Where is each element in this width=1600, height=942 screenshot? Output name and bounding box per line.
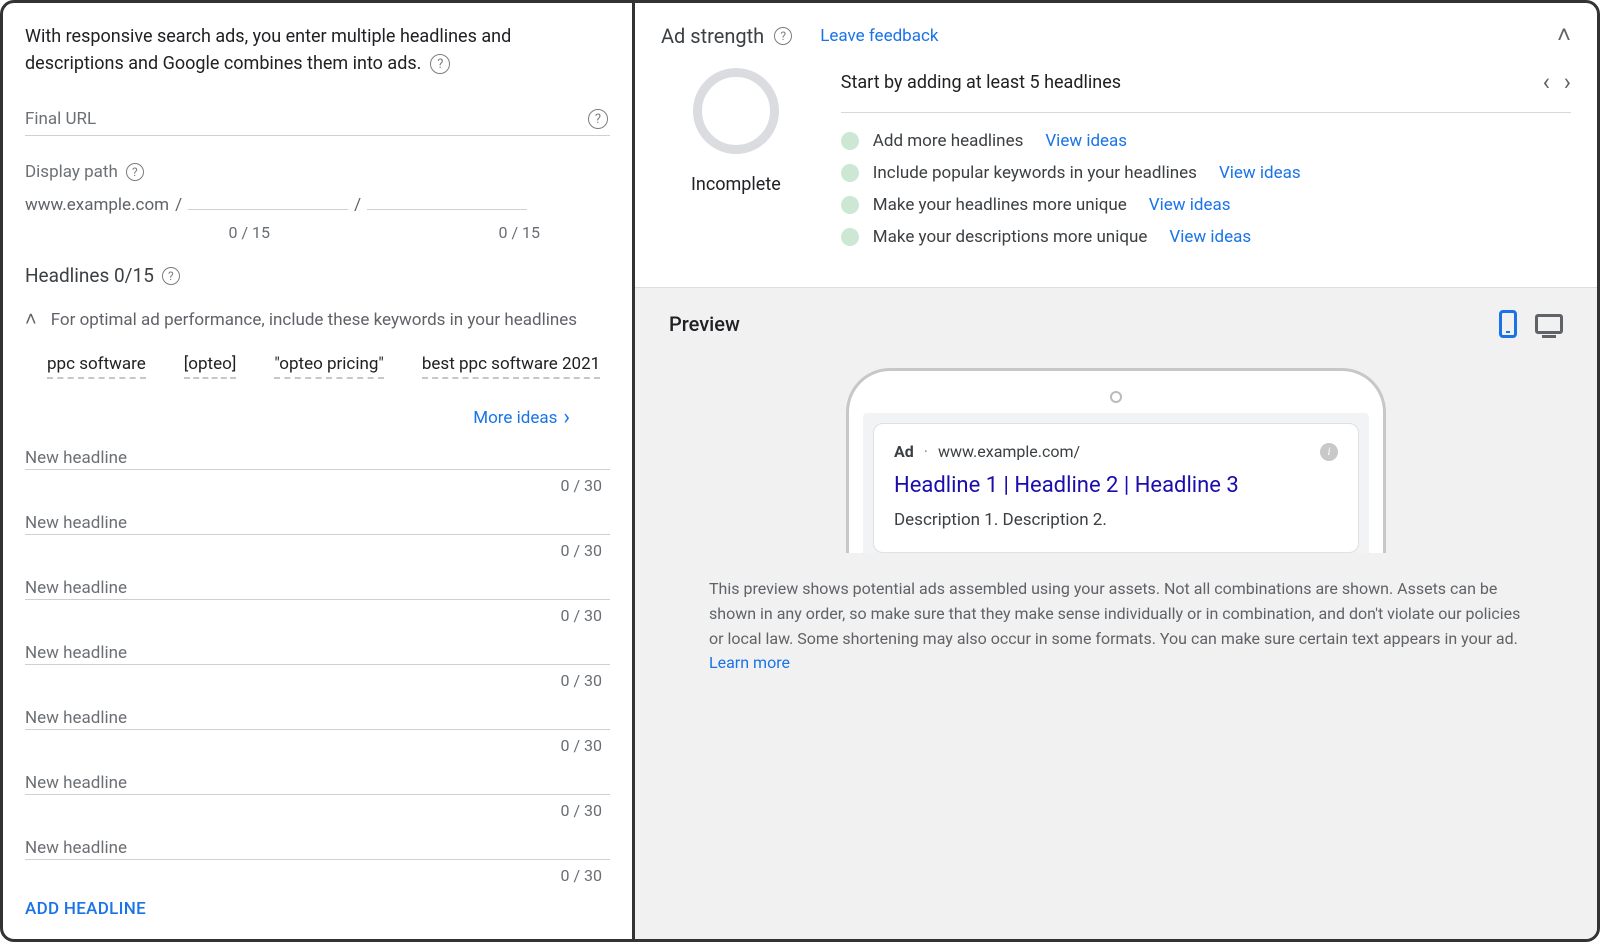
keyword-chip[interactable]: "opteo pricing" (274, 354, 384, 379)
status-dot-icon (841, 228, 859, 246)
headline-item: New headline 0 / 30 (25, 444, 610, 495)
headline-char-count: 0 / 30 (25, 866, 610, 885)
view-ideas-link[interactable]: View ideas (1149, 195, 1231, 215)
suggestion-item: Make your headlines more unique View idea… (841, 195, 1571, 215)
headline-char-count: 0 / 30 (25, 476, 610, 495)
help-icon[interactable]: ? (162, 267, 180, 285)
preview-caption: This preview shows potential ads assembl… (669, 577, 1563, 676)
headline-input[interactable]: New headline (25, 639, 610, 665)
display-path-count-1: 0 / 15 (120, 223, 270, 242)
view-ideas-link[interactable]: View ideas (1169, 227, 1251, 247)
add-headline-button[interactable]: ADD HEADLINE (25, 899, 610, 919)
suggestion-item: Include popular keywords in your headlin… (841, 163, 1571, 183)
suggestion-text: Include popular keywords in your headlin… (873, 163, 1197, 183)
more-ideas-link[interactable]: More ideas › (473, 405, 570, 430)
headline-char-count: 0 / 30 (25, 736, 610, 755)
display-path-input-2[interactable] (367, 186, 527, 210)
ad-description: Description 1. Description 2. (894, 510, 1338, 530)
status-dot-icon (841, 196, 859, 214)
headline-item: New headline 0 / 30 (25, 834, 610, 885)
desktop-preview-icon[interactable] (1535, 314, 1563, 334)
ad-badge: Ad (894, 442, 914, 461)
suggestion-text: Make your descriptions more unique (873, 227, 1148, 247)
headline-item: New headline 0 / 30 (25, 574, 610, 625)
headline-char-count: 0 / 30 (25, 671, 610, 690)
chevron-up-icon[interactable]: ˄ (1557, 21, 1571, 50)
next-suggestion-button[interactable]: › (1564, 68, 1571, 96)
keyword-chip[interactable]: best ppc software 2021 (422, 354, 600, 379)
view-ideas-link[interactable]: View ideas (1219, 163, 1301, 183)
help-icon[interactable]: ? (126, 163, 144, 181)
headline-input[interactable]: New headline (25, 574, 610, 600)
display-path-input-1[interactable] (188, 186, 348, 210)
keyword-chip[interactable]: ppc software (47, 354, 146, 379)
learn-more-link[interactable]: Learn more (709, 653, 790, 672)
status-dot-icon (841, 164, 859, 182)
final-url-field: Final URL ? (25, 105, 610, 136)
suggestion-item: Make your descriptions more unique View i… (841, 227, 1571, 247)
ad-strength-gauge (693, 68, 779, 154)
keyword-chip[interactable]: [opteo] (184, 354, 237, 379)
headlines-title: Headlines 0/15 ? (25, 264, 610, 287)
phone-frame: Ad · www.example.com/ i Headline 1 | Hea… (846, 368, 1386, 553)
headline-char-count: 0 / 30 (25, 541, 610, 560)
intro-text: With responsive search ads, you enter mu… (25, 23, 610, 77)
prev-suggestion-button[interactable]: ‹ (1543, 68, 1550, 96)
mobile-preview-icon[interactable] (1499, 310, 1517, 338)
help-icon[interactable]: ? (430, 54, 450, 74)
headline-input[interactable]: New headline (25, 769, 610, 795)
status-dot-icon (841, 132, 859, 150)
headline-input[interactable]: New headline (25, 834, 610, 860)
headline-item: New headline 0 / 30 (25, 704, 610, 755)
suggestion-text: Make your headlines more unique (873, 195, 1127, 215)
phone-speaker-icon (1110, 391, 1122, 403)
chevron-right-icon: › (563, 405, 570, 430)
headline-char-count: 0 / 30 (25, 606, 610, 625)
headline-input[interactable]: New headline (25, 444, 610, 470)
display-path-domain: www.example.com (25, 195, 169, 215)
ad-strength-status: Incomplete (691, 174, 781, 195)
headline-item: New headline 0 / 30 (25, 509, 610, 560)
help-icon[interactable]: ? (774, 27, 792, 45)
headline-input[interactable]: New headline (25, 509, 610, 535)
view-ideas-link[interactable]: View ideas (1045, 131, 1127, 151)
leave-feedback-link[interactable]: Leave feedback (820, 26, 938, 46)
help-icon[interactable]: ? (588, 109, 608, 129)
ad-strength-title: Ad strength (661, 24, 764, 48)
preview-title: Preview (669, 312, 740, 336)
display-path-row: www.example.com / / (25, 186, 610, 215)
suggestions-headline: Start by adding at least 5 headlines (841, 72, 1121, 93)
suggestion-text: Add more headlines (873, 131, 1024, 151)
ad-preview-card: Ad · www.example.com/ i Headline 1 | Hea… (873, 423, 1359, 553)
keyword-suggestion-intro: For optimal ad performance, include thes… (51, 310, 577, 330)
suggestion-item: Add more headlines View ideas (841, 131, 1571, 151)
chevron-up-icon[interactable]: ˄ (25, 307, 37, 332)
final-url-label: Final URL (25, 109, 96, 129)
display-path-count-2: 0 / 15 (390, 223, 540, 242)
info-icon[interactable]: i (1320, 443, 1338, 461)
headline-char-count: 0 / 30 (25, 801, 610, 820)
headline-input[interactable]: New headline (25, 704, 610, 730)
ad-headline: Headline 1 | Headline 2 | Headline 3 (894, 473, 1338, 498)
ad-url: www.example.com/ (938, 442, 1080, 461)
headline-item: New headline 0 / 30 (25, 639, 610, 690)
headline-item: New headline 0 / 30 (25, 769, 610, 820)
display-path-label: Display path ? (25, 162, 144, 182)
